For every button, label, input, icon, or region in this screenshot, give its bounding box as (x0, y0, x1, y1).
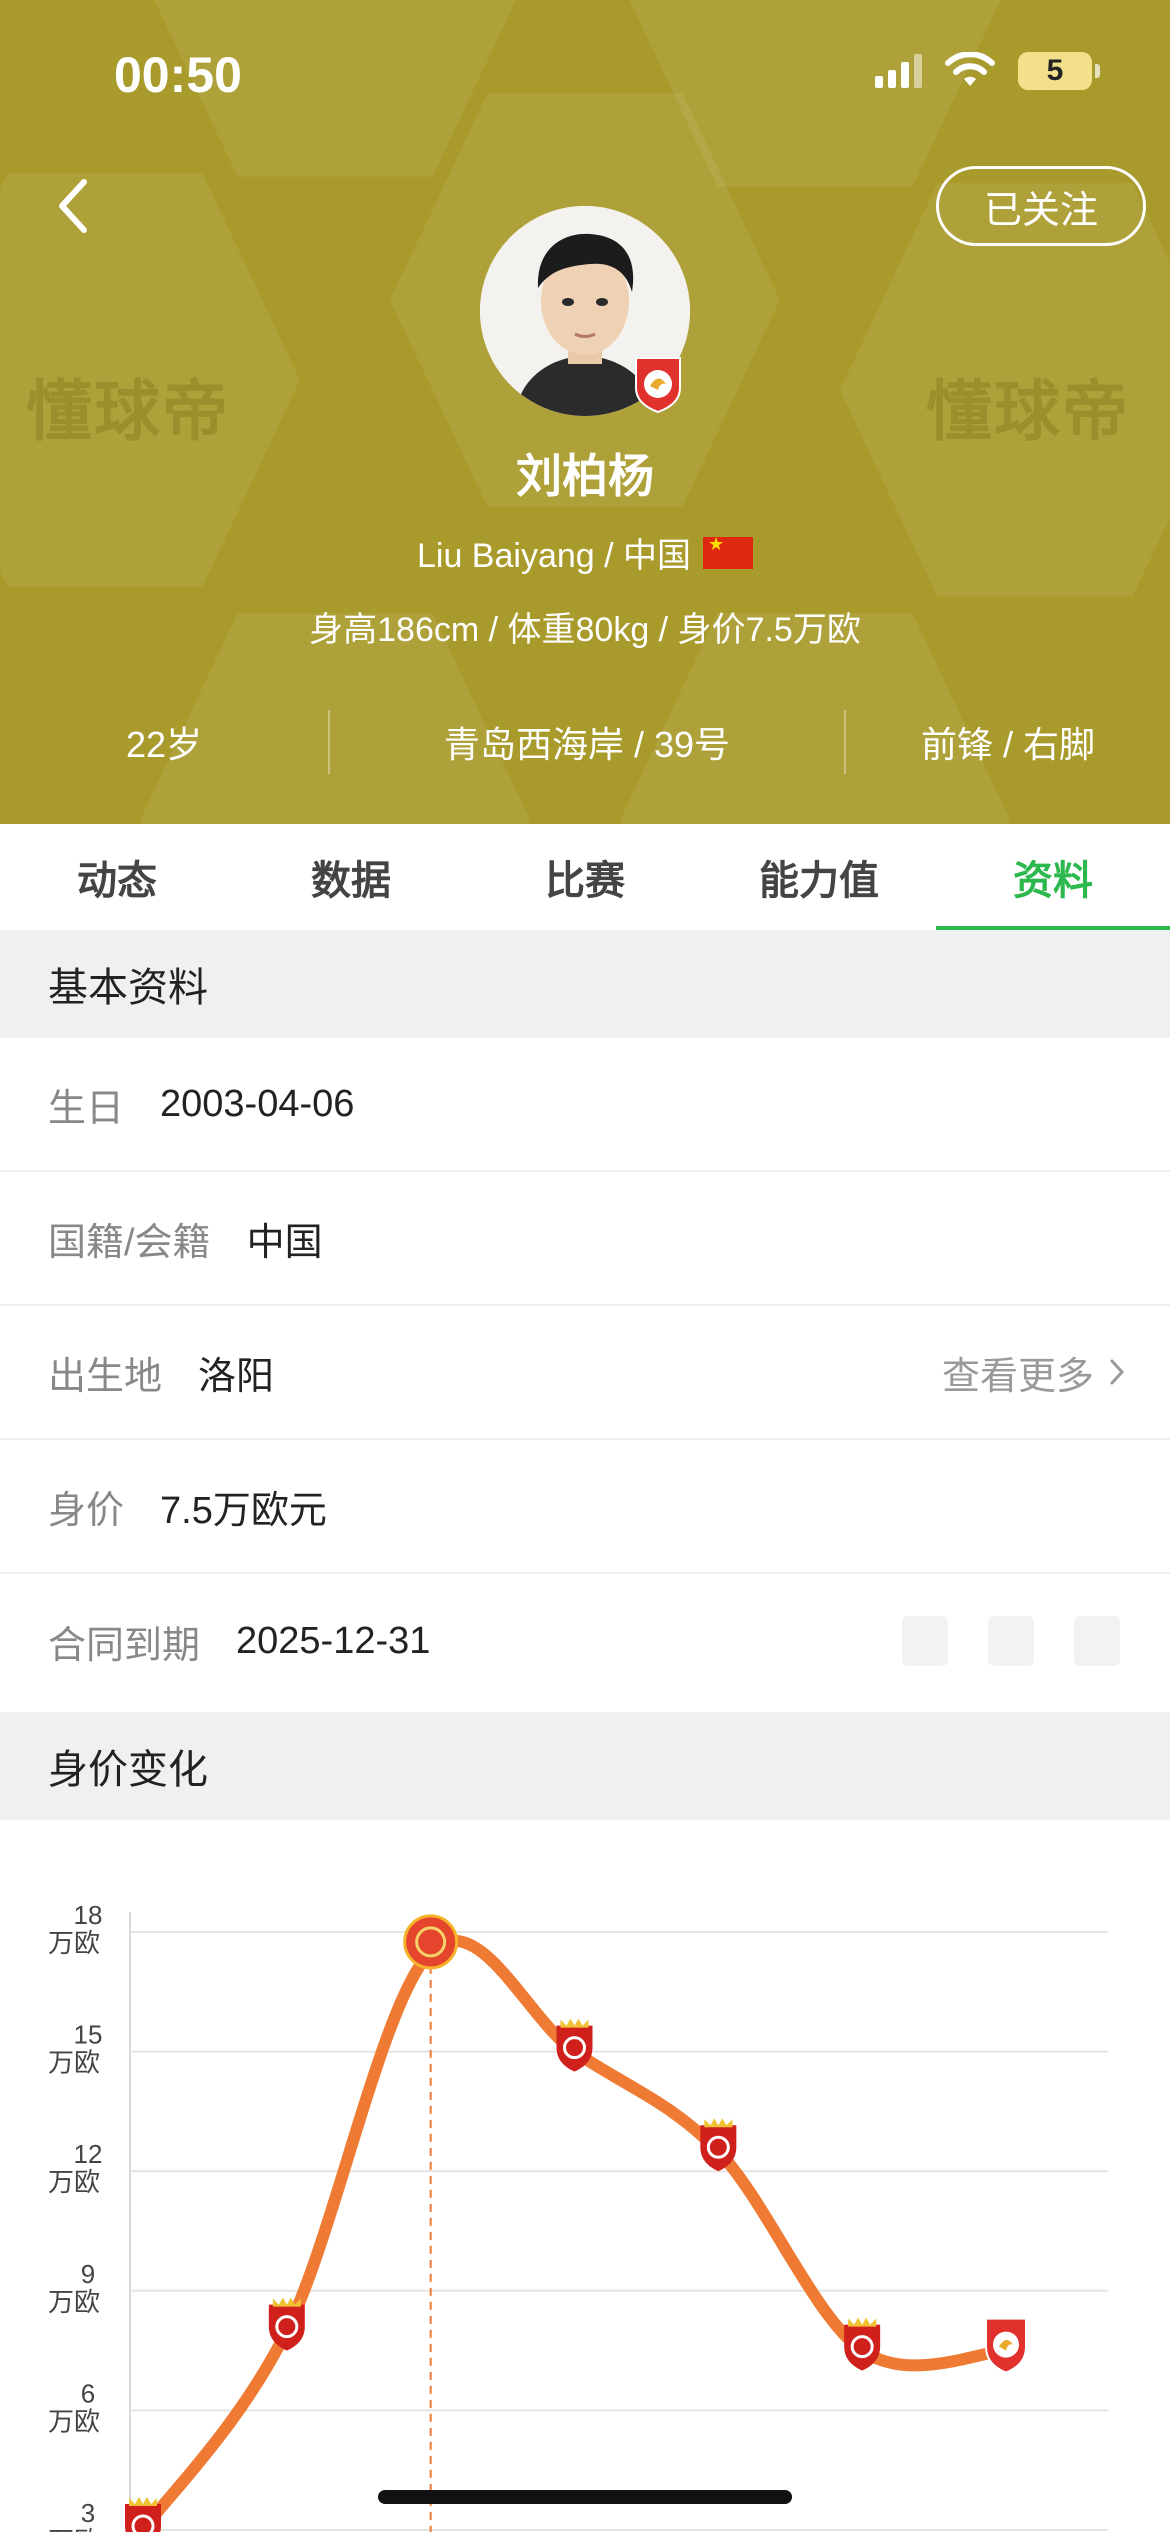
club-badge-icon (635, 357, 681, 414)
y-tick-label: 3 (81, 2498, 95, 2528)
shanghai-badge-icon (125, 2497, 161, 2532)
basic-info-header: 基本资料 (0, 930, 1170, 1038)
y-tick-unit: 万欧 (48, 2048, 100, 2078)
status-time: 00:50 (114, 47, 242, 103)
value-change-header: 身价变化 (0, 1712, 1170, 1820)
player-info-row: 22岁 青岛西海岸 / 39号 前锋 / 右脚 (0, 706, 1170, 778)
battery-icon: 5 (1018, 52, 1100, 90)
back-button[interactable] (50, 176, 100, 236)
birthday-value: 2003-04-06 (160, 1082, 355, 1125)
y-tick-label: 6 (81, 2378, 95, 2408)
contract-value: 2025-12-31 (236, 1619, 431, 1662)
y-tick-label: 15 (74, 2020, 103, 2050)
tab-stats[interactable]: 数据 (234, 824, 468, 930)
y-tick-label: 12 (74, 2139, 103, 2169)
see-more-label: 查看更多 (941, 1355, 1094, 1398)
player-header: 懂球帝 懂球帝 00:50 5 已关注 刘柏杨 Liu Baiyang / 中国… (0, 0, 1170, 824)
birthplace-value: 洛阳 (198, 1355, 275, 1398)
chevron-right-icon (1110, 1359, 1125, 1385)
birthday-label: 生日 (48, 1087, 125, 1130)
player-club-number[interactable]: 青岛西海岸 / 39号 (330, 716, 844, 768)
player-position-foot: 前锋 / 右脚 (920, 724, 1095, 765)
player-latin-name: Liu Baiyang / 中国 (0, 528, 1170, 577)
player-age: 22岁 (125, 724, 203, 765)
nationality-label: 国籍/会籍 (48, 1221, 211, 1264)
status-icons: 5 (875, 52, 1100, 90)
china-flag-icon (703, 534, 754, 569)
qingdao-badge-icon (985, 2317, 1027, 2374)
info-row-birthplace[interactable]: 出生地 洛阳 查看更多 (0, 1306, 1170, 1440)
y-tick-unit: 万欧 (48, 2167, 100, 2197)
info-row-contract: 合同到期 2025-12-31 (0, 1574, 1170, 1708)
wifi-icon (945, 52, 995, 86)
y-tick-label: 18 (74, 1900, 103, 1930)
market-value-chart-svg: 3万欧6万欧9万欧12万欧15万欧18万欧 (48, 1900, 1108, 2532)
y-tick-unit: 万欧 (48, 2406, 100, 2436)
info-row-birthday: 生日 2003-04-06 (0, 1038, 1170, 1172)
player-body-info: 身高186cm / 体重80kg / 身价7.5万欧 (309, 611, 861, 649)
home-indicator (378, 2490, 792, 2504)
blurred-placeholder (902, 1616, 1120, 1666)
see-more-link[interactable]: 查看更多 (942, 1345, 1126, 1400)
info-row-nationality: 国籍/会籍 中国 (0, 1172, 1170, 1306)
player-name: 刘柏杨 (516, 450, 654, 502)
info-row-market-value: 身价 7.5万欧元 (0, 1440, 1170, 1574)
market-value-chart: 3万欧6万欧9万欧12万欧15万欧18万欧 (0, 1820, 1170, 2532)
y-tick-unit: 万欧 (48, 2287, 100, 2317)
tab-matches[interactable]: 比赛 (468, 824, 702, 930)
follow-button[interactable]: 已关注 (936, 166, 1146, 246)
y-tick-label: 9 (81, 2259, 95, 2289)
y-tick-unit: 万欧 (48, 2526, 100, 2532)
tab-ability[interactable]: 能力值 (702, 824, 936, 930)
y-tick-unit: 万欧 (48, 1928, 100, 1958)
nationality-value: 中国 (246, 1221, 323, 1264)
signal-icon (875, 54, 922, 88)
market-value-value: 7.5万欧元 (160, 1489, 327, 1532)
tab-news[interactable]: 动态 (0, 824, 234, 930)
latin-name-text: Liu Baiyang / 中国 (416, 537, 692, 575)
profile-tabs: 动态 数据 比赛 能力值 资料 (0, 824, 1170, 930)
birthplace-label: 出生地 (48, 1355, 163, 1398)
market-value-label: 身价 (48, 1489, 125, 1532)
tab-profile[interactable]: 资料 (936, 824, 1170, 930)
contract-label: 合同到期 (48, 1624, 201, 1667)
cfa-badge-icon (403, 1914, 459, 1970)
